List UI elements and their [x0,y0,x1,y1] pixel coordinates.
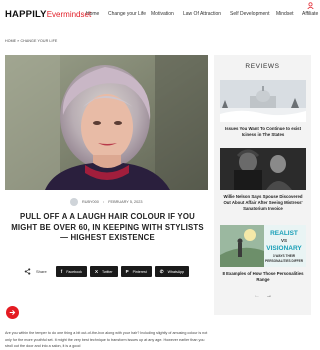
review-caption[interactable]: Issues You Want To Continue to exist Ici… [220,126,306,138]
review-card[interactable]: REALIST VS VISIONARY 3 WAYS THEIR PERSON… [220,225,306,283]
author-avatar [70,198,78,206]
site-logo[interactable]: HAPPILYEvermindset [5,9,91,20]
article-hero-image [5,55,208,190]
share-button-label: Pinterest [132,269,147,274]
review-thumbnail: REALIST VS VISIONARY 3 WAYS THEIR PERSON… [220,225,306,267]
share-button-label: Facebook [66,269,82,274]
pinterest-icon: P [125,269,129,274]
thumbnail-text: 3 WAYS THEIR [273,254,296,258]
thumbnail-text: VISIONARY [266,245,302,252]
site-header: HAPPILYEvermindset Home Change your Life… [0,0,318,30]
share-twitter-button[interactable]: X Twitter [89,266,118,277]
share-button-label: WhatsApp [167,269,185,274]
nav-item-law-of-attraction[interactable]: Law Of Attraction [183,11,221,17]
nav-item-motivation[interactable]: Motivation [151,11,174,17]
share-button-label: Twitter [102,269,113,274]
nav-item-change-your-life[interactable]: Change your Life [108,11,146,17]
sidebar-pager: ← → [254,293,278,299]
review-caption[interactable]: Willie Nelson Says Spouse Discovered Out… [220,194,306,212]
author-name[interactable]: RUBY000 [82,200,99,204]
publish-date: FEBRUARY 5, 2023 [108,200,143,204]
share-bar: Share f Facebook X Twitter P Pinterest ✆… [24,266,190,277]
facebook-icon: f [60,269,63,274]
logo-text-secondary: Evermindset [46,10,92,19]
review-card[interactable]: Issues You Want To Continue to exist Ici… [220,80,306,138]
article-meta: RUBY000 • FEBRUARY 5, 2023 [70,197,143,207]
article-body: Are you within the temper to do one thin… [5,331,208,349]
article-title: PULL OFF A A LAUGH HAIR COLOUR IF YOU MI… [11,212,204,242]
review-thumbnail [220,80,306,122]
user-icon[interactable] [307,2,314,9]
logo-text-primary: HAPPILY [5,9,47,20]
nav-item-home[interactable]: Home [86,11,99,17]
share-label: Share [36,269,47,274]
nav-item-mindset[interactable]: Mindset [276,11,294,17]
share-pinterest-button[interactable]: P Pinterest [120,266,152,277]
thumbnail-text: PERSONALITIES DIFFER [265,259,304,263]
floating-action-button[interactable] [6,306,19,319]
share-facebook-button[interactable]: f Facebook [55,266,87,277]
thumbnail-text: VS [281,238,287,243]
review-card[interactable]: Willie Nelson Says Spouse Discovered Out… [220,148,306,212]
prev-arrow-icon[interactable]: ← [254,293,260,299]
share-icon [24,268,31,275]
breadcrumb[interactable]: HOME » CHANGE YOUR LIFE [5,39,57,43]
nav-item-affiliate[interactable]: Affiliate [302,11,318,17]
share-whatsapp-button[interactable]: ✆ WhatsApp [154,266,190,277]
reviews-sidebar: REVIEWS Issues You Want To Continue to e… [214,55,311,315]
nav-item-self-development[interactable]: Self Development [230,11,269,17]
review-caption[interactable]: 8 Examples of How Those Personalities Ra… [220,271,306,283]
whatsapp-icon: ✆ [159,268,164,274]
arrow-right-icon [9,310,16,315]
review-thumbnail [220,148,306,190]
sidebar-title: REVIEWS [245,63,280,70]
thumbnail-text: REALIST [270,230,298,237]
twitter-x-icon: X [94,269,98,274]
meta-separator: • [102,200,105,204]
next-arrow-icon[interactable]: → [266,293,272,299]
